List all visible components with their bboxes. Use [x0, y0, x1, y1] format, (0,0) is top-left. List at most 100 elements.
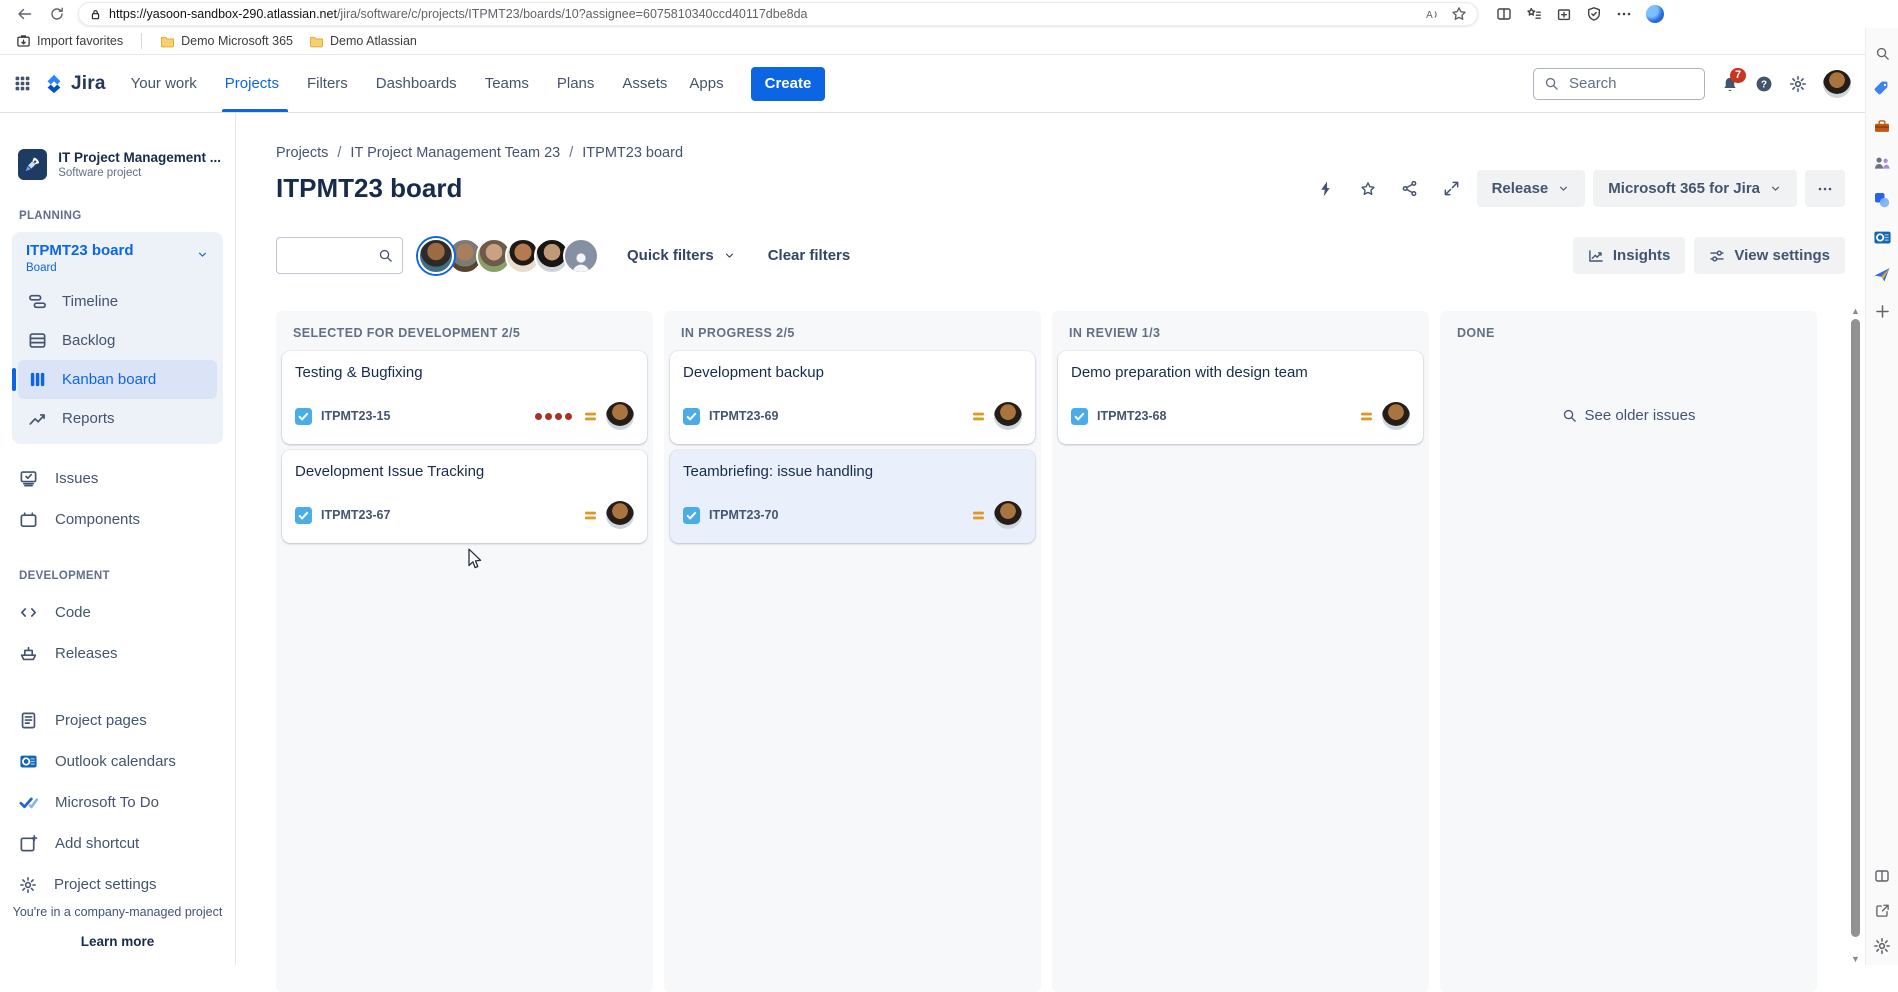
view-settings-button[interactable]: View settings [1694, 237, 1845, 274]
issue-card[interactable]: Development Issue TrackingITPMT23-67 [282, 450, 647, 543]
address-bar[interactable]: https://yasoon-sandbox-290.atlassian.net… [78, 2, 1478, 26]
sliders-icon [1709, 248, 1725, 264]
copilot-icon[interactable] [1646, 5, 1664, 23]
jira-logo[interactable]: Jira [43, 73, 106, 95]
plus-icon[interactable] [1874, 303, 1891, 320]
quick-filters-dropdown[interactable]: Quick filters [627, 247, 736, 264]
issue-card[interactable]: Testing & BugfixingITPMT23-15 [282, 351, 647, 444]
assignee-avatar[interactable] [994, 501, 1022, 529]
user-avatar[interactable] [1823, 70, 1851, 98]
people-icon[interactable] [1873, 154, 1891, 172]
sidebar-board-item-reports[interactable]: Reports [18, 399, 217, 438]
m365-for-jira-dropdown[interactable]: Microsoft 365 for Jira [1593, 170, 1797, 207]
sidebar-item-project-settings[interactable]: Project settings [0, 864, 235, 905]
see-older-issues-link[interactable]: See older issues [1440, 407, 1817, 424]
nav-item-plans[interactable]: Plans [546, 55, 612, 112]
board-group: ITPMT23 board Board TimelineBacklogKanba… [12, 232, 223, 444]
m365-icon[interactable] [1873, 191, 1891, 209]
split-screen-icon[interactable] [1874, 868, 1890, 884]
sidebar-item-code[interactable]: Code [0, 592, 235, 633]
global-search-input[interactable] [1567, 74, 1677, 93]
learn-more-link[interactable]: Learn more [10, 934, 225, 949]
release-dropdown[interactable]: Release [1477, 170, 1586, 207]
toolbox-icon[interactable] [1873, 117, 1891, 135]
issue-card[interactable]: Teambriefing: issue handlingITPMT23-70 [670, 450, 1035, 543]
url-path: /jira/software/c/projects/ITPMT23/boards… [337, 7, 808, 21]
share-icon[interactable] [1393, 172, 1427, 206]
insights-button[interactable]: Insights [1573, 237, 1686, 274]
more-icon [1817, 181, 1833, 197]
assignee-avatar[interactable] [606, 501, 634, 529]
search-icon[interactable] [1875, 46, 1890, 61]
board-switcher-title: ITPMT23 board [26, 242, 134, 259]
favorites-list-icon[interactable] [1526, 6, 1542, 22]
create-button[interactable]: Create [751, 67, 826, 101]
issue-key: ITPMT23-70 [709, 508, 778, 522]
global-search[interactable] [1533, 68, 1705, 100]
help-icon[interactable]: ? [1755, 75, 1773, 93]
nav-item-apps[interactable]: Apps [678, 55, 740, 112]
gear-icon[interactable] [1873, 937, 1891, 955]
external-link-icon[interactable] [1875, 903, 1890, 918]
breadcrumb-link[interactable]: ITPMT23 board [582, 145, 683, 161]
back-icon[interactable] [14, 3, 36, 25]
refresh-icon[interactable] [46, 3, 68, 25]
sidebar-item-microsoft-to-do[interactable]: Microsoft To Do [0, 782, 235, 823]
board-search[interactable] [276, 237, 403, 274]
expand-icon[interactable] [1435, 172, 1469, 206]
outlook-icon[interactable] [1873, 228, 1892, 247]
board-main: Projects/IT Project Management Team 23/I… [236, 113, 1865, 965]
project-header[interactable]: IT Project Management ... Software proje… [18, 149, 221, 180]
bookmark-item[interactable]: Demo Atlassian [305, 32, 421, 50]
notifications-button[interactable]: 7 [1721, 75, 1739, 93]
nav-item-assets[interactable]: Assets [611, 55, 678, 112]
browser-essentials-icon[interactable] [1586, 6, 1602, 22]
more-menu-icon[interactable] [1616, 6, 1632, 22]
star-icon[interactable] [1351, 172, 1385, 206]
bookmark-item[interactable]: Demo Microsoft 365 [156, 32, 297, 50]
sidebar-item-add-shortcut[interactable]: Add shortcut [0, 823, 235, 864]
settings-gear-icon[interactable] [1789, 75, 1807, 93]
filter-avatar-unassigned[interactable] [563, 238, 599, 274]
nav-item-filters[interactable]: Filters [296, 55, 365, 112]
breadcrumb-link[interactable]: IT Project Management Team 23 [350, 145, 560, 161]
issue-card[interactable]: Development backupITPMT23-69 [670, 351, 1035, 444]
sidebar-item-issues[interactable]: Issues [0, 458, 235, 499]
tag-icon[interactable] [1873, 80, 1891, 98]
sidebar-board-item-backlog[interactable]: Backlog [18, 321, 217, 360]
paper-plane-icon[interactable] [1873, 266, 1891, 284]
clear-filters-button[interactable]: Clear filters [768, 247, 851, 264]
read-aloud-icon[interactable]: A [1424, 6, 1439, 22]
app-switcher-icon[interactable] [14, 75, 31, 92]
board-search-input[interactable] [286, 247, 378, 265]
sidebar-board-item-kanban-board[interactable]: Kanban board [18, 360, 217, 399]
board-more-button[interactable] [1805, 170, 1845, 207]
vertical-scrollbar[interactable]: ▲ ▼ [1849, 305, 1862, 965]
scroll-up-arrow[interactable]: ▲ [1851, 305, 1860, 317]
scrollbar-thumb[interactable] [1851, 319, 1860, 937]
assignee-avatar[interactable] [1382, 402, 1410, 430]
sidebar-item-components[interactable]: Components [0, 499, 235, 540]
nav-item-dashboards[interactable]: Dashboards [365, 55, 474, 112]
split-screen-icon[interactable] [1496, 6, 1512, 22]
assignee-avatar[interactable] [606, 402, 634, 430]
nav-item-teams[interactable]: Teams [474, 55, 546, 112]
sidebar-item-releases[interactable]: Releases [0, 633, 235, 674]
lightning-icon[interactable] [1309, 172, 1343, 206]
assignee-avatar[interactable] [994, 402, 1022, 430]
scroll-down-arrow[interactable]: ▼ [1851, 953, 1860, 965]
nav-item-your-work[interactable]: Your work [120, 55, 214, 112]
nav-item-projects[interactable]: Projects [214, 55, 296, 112]
issue-title: Demo preparation with design team [1071, 364, 1410, 381]
sidebar-item-project-pages[interactable]: Project pages [0, 700, 235, 741]
column-cards: Testing & BugfixingITPMT23-15Development… [276, 345, 653, 549]
sidebar-board-item-timeline[interactable]: Timeline [18, 282, 217, 321]
sidebar-item-outlook-calendars[interactable]: Outlook calendars [0, 741, 235, 782]
issue-card[interactable]: Demo preparation with design teamITPMT23… [1058, 351, 1423, 444]
breadcrumb-link[interactable]: Projects [276, 145, 328, 161]
board-switcher[interactable]: ITPMT23 board Board [18, 240, 217, 282]
filter-avatar-user-1[interactable] [418, 238, 454, 274]
favorite-star-icon[interactable] [1451, 6, 1467, 22]
collections-icon[interactable] [1556, 6, 1572, 22]
bookmark-item[interactable]: Import favorites [12, 32, 127, 51]
